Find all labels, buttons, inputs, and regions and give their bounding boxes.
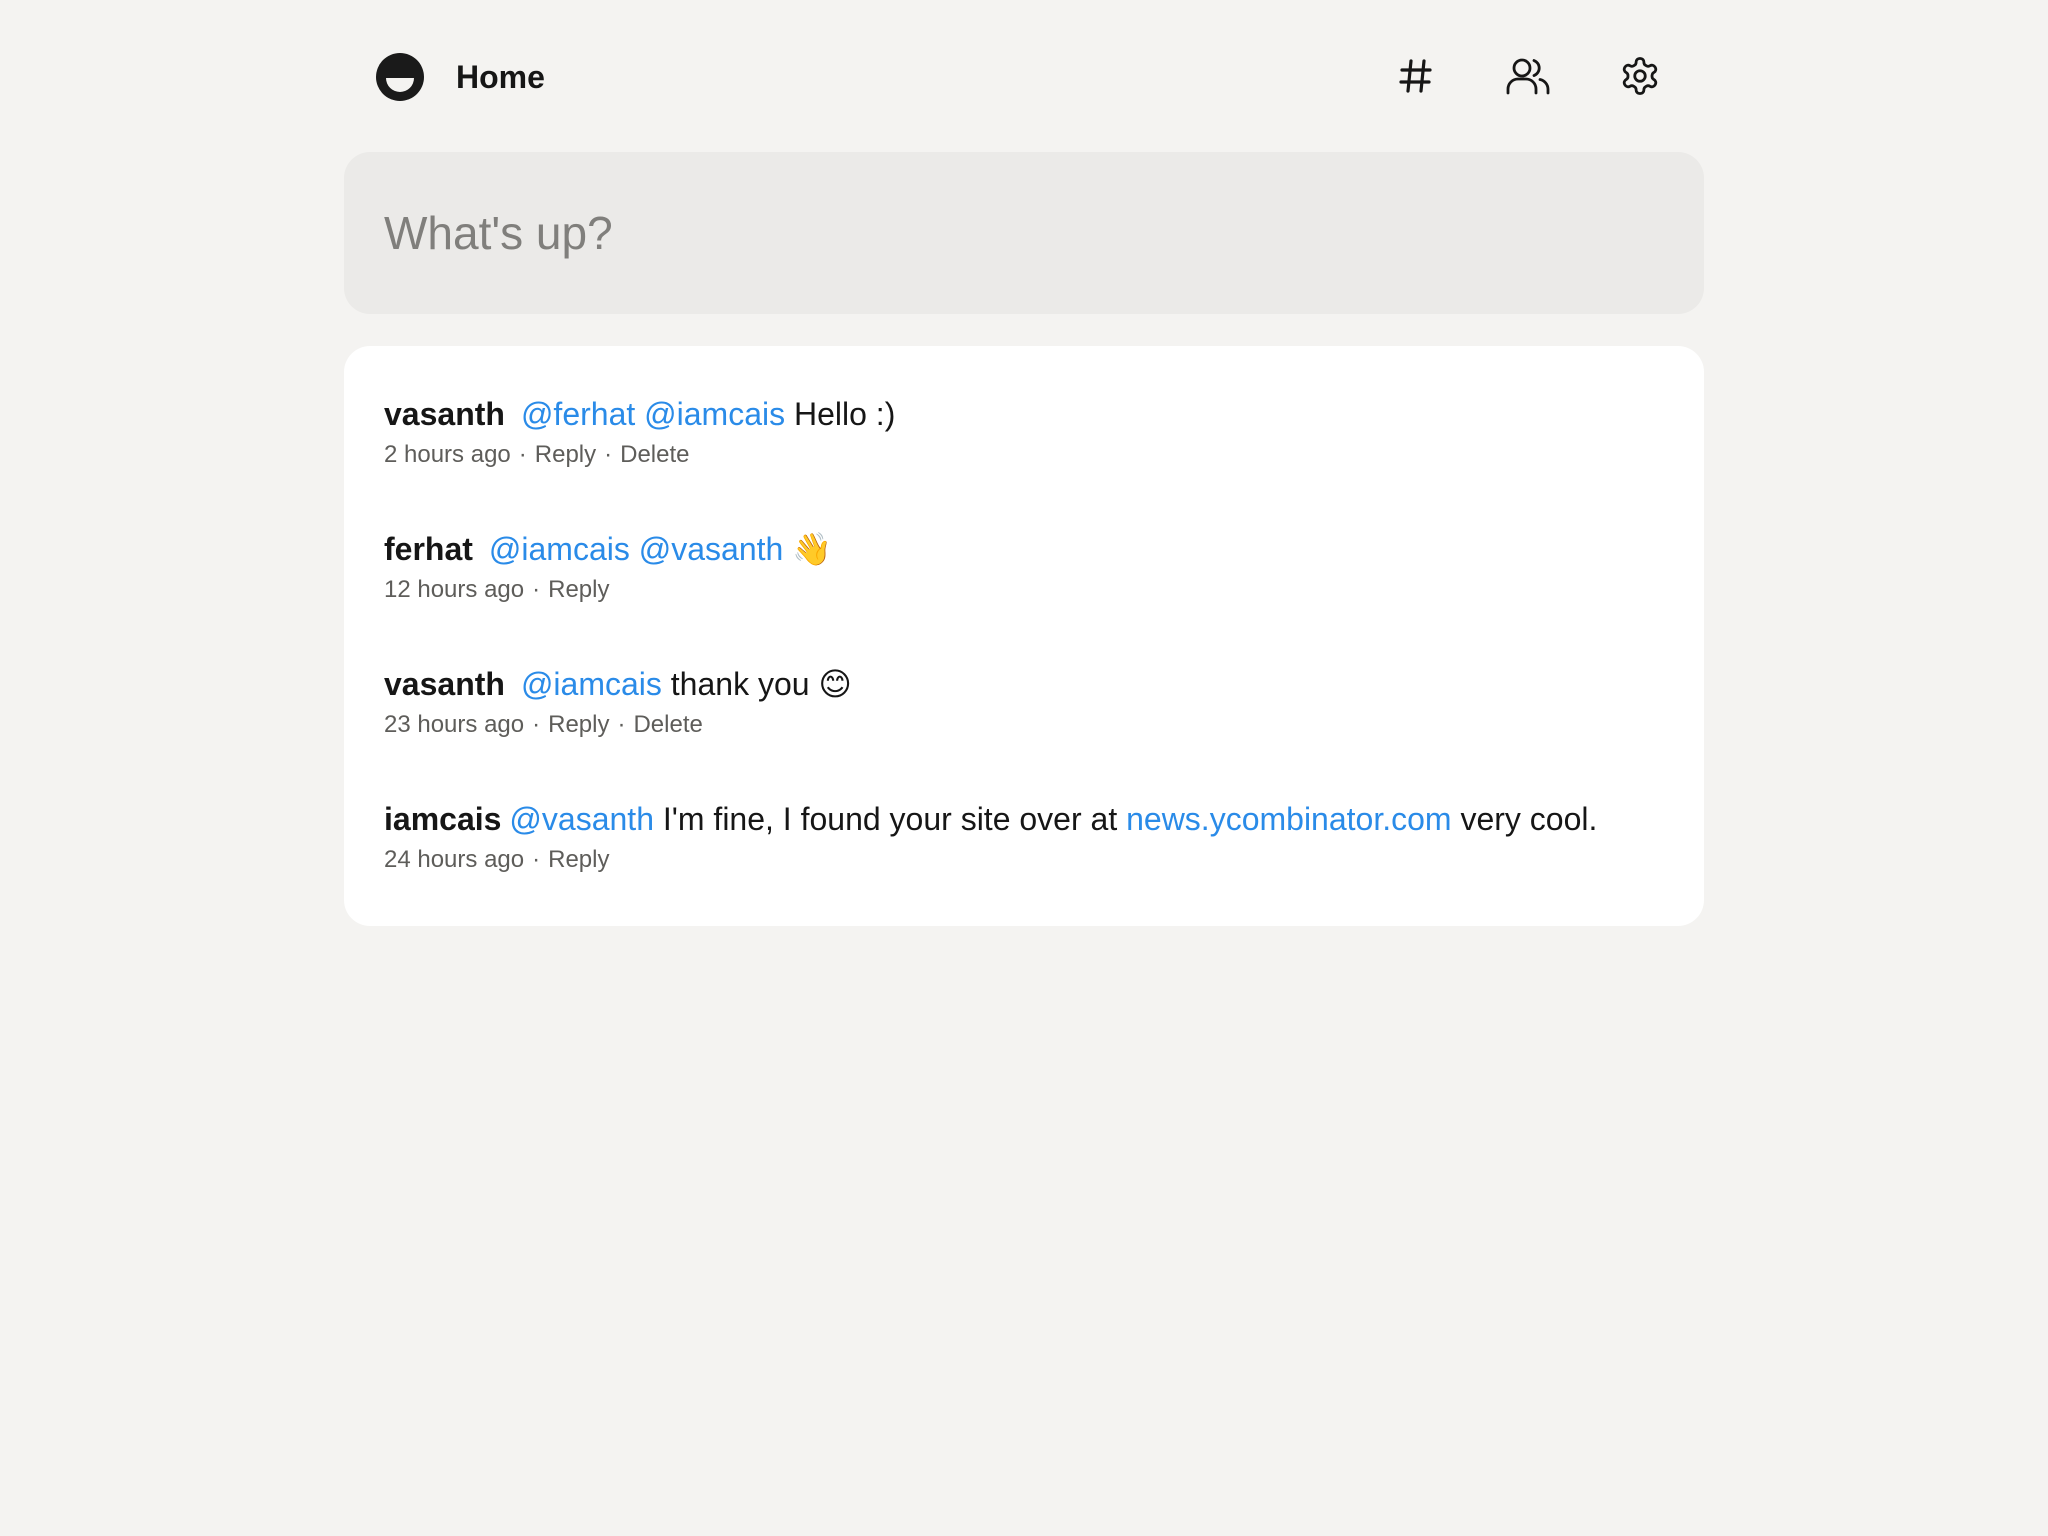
top-bar: Home (344, 0, 1704, 152)
post-item: vasanth @iamcais thank you 😊 23 hours ago… (384, 664, 1674, 740)
post-text-after: very cool. (1460, 801, 1598, 837)
reply-button[interactable]: Reply (548, 576, 609, 603)
separator: · (617, 711, 626, 738)
reply-button[interactable]: Reply (548, 711, 609, 738)
post-item: vasanth @ferhat @iamcais Hello :) 2 hours… (384, 394, 1674, 470)
mention-link[interactable]: @iamcais (489, 531, 630, 567)
app-container: Home What's up? vasanth @ferhat @iamcais… (344, 0, 1704, 926)
reply-button[interactable]: Reply (548, 846, 609, 873)
logo-icon[interactable] (376, 53, 424, 101)
post-text: 👋 (792, 531, 833, 567)
post-item: iamcais @vasanth I'm fine, I found your s… (384, 799, 1674, 875)
separator: · (532, 576, 541, 603)
separator: · (532, 711, 541, 738)
delete-button[interactable]: Delete (620, 441, 689, 468)
post-author[interactable]: ferhat (384, 531, 473, 567)
users-icon[interactable] (1504, 52, 1552, 100)
post-timestamp: 24 hours ago (384, 846, 525, 873)
gear-icon[interactable] (1616, 52, 1664, 100)
mention-link[interactable]: @iamcais (521, 666, 662, 702)
post-author[interactable]: vasanth (384, 666, 505, 702)
post-timestamp: 12 hours ago (384, 576, 525, 603)
hashtag-icon[interactable] (1392, 52, 1440, 100)
composer[interactable] (344, 152, 1704, 314)
post-meta: 24 hours ago · Reply (384, 845, 1674, 875)
post-text: Hello :) (793, 396, 896, 432)
post-author[interactable]: iamcais (384, 801, 501, 837)
post-meta: 2 hours ago · Reply · Delete (384, 440, 1674, 470)
mention-link[interactable]: @ferhat (521, 396, 635, 432)
page-title: Home (456, 59, 545, 95)
mention-link[interactable]: @vasanth (639, 531, 784, 567)
logo-smile (386, 78, 414, 92)
post-item: ferhat @iamcais @vasanth 👋 12 hours ago · R… (384, 529, 1674, 605)
post-timestamp: 2 hours ago (384, 441, 511, 468)
post-content: vasanth @ferhat @iamcais Hello :) (384, 394, 1674, 434)
separator: · (518, 441, 527, 468)
separator: · (604, 441, 613, 468)
post-content: vasanth @iamcais thank you 😊 (384, 664, 1674, 704)
mention-link[interactable]: @iamcais (644, 396, 785, 432)
mention-link[interactable]: @vasanth (509, 801, 654, 837)
post-content: iamcais @vasanth I'm fine, I found your s… (384, 799, 1674, 839)
separator: · (532, 846, 541, 873)
post-feed: vasanth @ferhat @iamcais Hello :) 2 hours… (344, 346, 1704, 926)
url-link[interactable]: news.ycombinator.com (1126, 801, 1451, 837)
reply-button[interactable]: Reply (535, 441, 596, 468)
post-timestamp: 23 hours ago (384, 711, 525, 738)
post-input[interactable] (384, 152, 1664, 314)
delete-button[interactable]: Delete (633, 711, 702, 738)
post-text: I'm fine, I found your site over at (662, 801, 1118, 837)
post-meta: 12 hours ago · Reply (384, 575, 1674, 605)
post-author[interactable]: vasanth (384, 396, 505, 432)
post-content: ferhat @iamcais @vasanth 👋 (384, 529, 1674, 569)
post-meta: 23 hours ago · Reply · Delete (384, 710, 1674, 740)
post-text: thank you 😊 (670, 666, 852, 702)
